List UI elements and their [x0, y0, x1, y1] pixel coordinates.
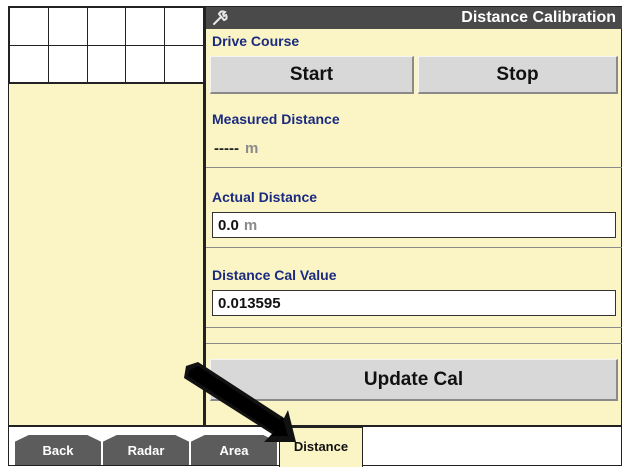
actual-distance-value: 0.0: [218, 217, 239, 234]
actual-distance-label: Actual Distance: [212, 189, 318, 205]
stop-button[interactable]: Stop: [418, 56, 618, 94]
grid-cell[interactable]: [9, 7, 49, 46]
actual-distance-field[interactable]: 0.0 m: [212, 212, 616, 238]
title-bar: Distance Calibration: [206, 7, 622, 29]
grid-cell[interactable]: [86, 44, 127, 83]
grid-cell[interactable]: [164, 44, 204, 83]
wrench-icon: [213, 10, 228, 25]
grid-cell[interactable]: [47, 44, 88, 83]
pointer-arrow-icon: [184, 362, 296, 442]
distance-cal-value-field[interactable]: 0.013595: [212, 290, 616, 316]
measured-distance-unit: m: [244, 140, 259, 157]
drive-course-label: Drive Course: [212, 33, 300, 49]
shortcut-grid: [9, 7, 204, 83]
divider: [206, 247, 622, 248]
divider: [206, 343, 622, 344]
grid-cell[interactable]: [47, 7, 88, 46]
grid-cell[interactable]: [164, 7, 204, 46]
measured-distance-label: Measured Distance: [212, 111, 340, 127]
divider: [206, 327, 622, 328]
measured-distance-readout: ----- m: [214, 140, 258, 157]
distance-cal-value-label: Distance Cal Value: [212, 267, 337, 283]
actual-distance-unit: m: [243, 217, 258, 234]
distance-cal-value: 0.013595: [218, 295, 281, 312]
window-title: Distance Calibration: [461, 9, 616, 26]
grid-separator: [9, 83, 204, 84]
divider: [206, 167, 622, 168]
start-button[interactable]: Start: [210, 56, 414, 94]
grid-cell[interactable]: [9, 44, 49, 83]
tab-bar: Back Radar Area Distance: [8, 426, 622, 467]
tab-back[interactable]: Back: [15, 435, 101, 465]
grid-cell[interactable]: [125, 44, 166, 83]
display-screen: Distance Calibration Drive Course Start …: [8, 6, 622, 467]
grid-cell[interactable]: [125, 7, 166, 46]
measured-distance-value: -----: [214, 140, 239, 157]
grid-cell[interactable]: [86, 7, 127, 46]
